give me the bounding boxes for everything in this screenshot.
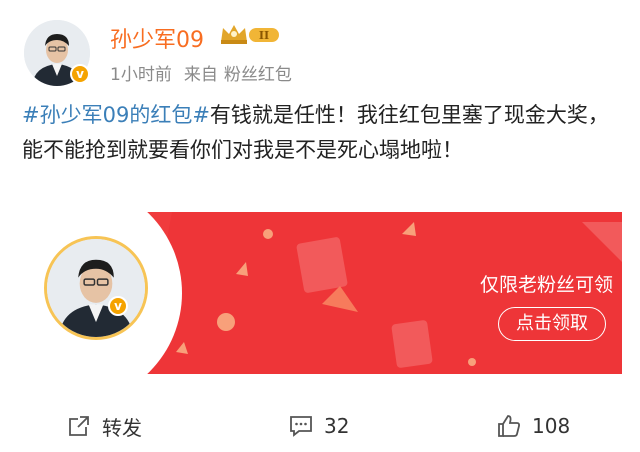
author-name[interactable]: 孙少军09 [110, 22, 204, 54]
source-prefix: 来自 [183, 65, 218, 85]
like-count: 108 [532, 414, 571, 438]
repost-label: 转发 [102, 415, 142, 440]
verified-badge-icon: v [70, 64, 90, 84]
comment-count: 32 [324, 414, 350, 438]
post-source[interactable]: 粉丝红包 [224, 65, 292, 85]
red-packet-card[interactable]: v 仅限老粉丝可领 点击领取 [22, 212, 622, 374]
post-time: 1小时前 [110, 65, 172, 85]
thumbs-up-icon [498, 415, 520, 437]
post-content: #孙少军09的红包#有钱就是任性！我往红包里塞了现金大奖，能不能抢到就要看你们对… [22, 98, 622, 168]
claim-button[interactable]: 点击领取 [498, 307, 606, 341]
card-label: 仅限老粉丝可领 [480, 274, 614, 296]
comment-icon [290, 416, 312, 437]
like-button[interactable]: 108 [496, 408, 570, 444]
card-verified-badge-icon: v [108, 296, 128, 316]
card-avatar [44, 236, 148, 340]
level-badge-text: II [259, 29, 269, 42]
comment-button[interactable]: 32 [288, 408, 349, 444]
hashtag-link[interactable]: #孙少军09的红包# [22, 103, 210, 127]
repost-button[interactable]: 转发 [66, 408, 142, 444]
action-bar: 转发 32 108 [0, 408, 640, 444]
card-person-photo [47, 239, 145, 337]
post-meta: 1小时前 来自 粉丝红包 [110, 60, 304, 85]
repost-icon [69, 416, 89, 436]
vip-crown-icon: II [221, 25, 279, 44]
